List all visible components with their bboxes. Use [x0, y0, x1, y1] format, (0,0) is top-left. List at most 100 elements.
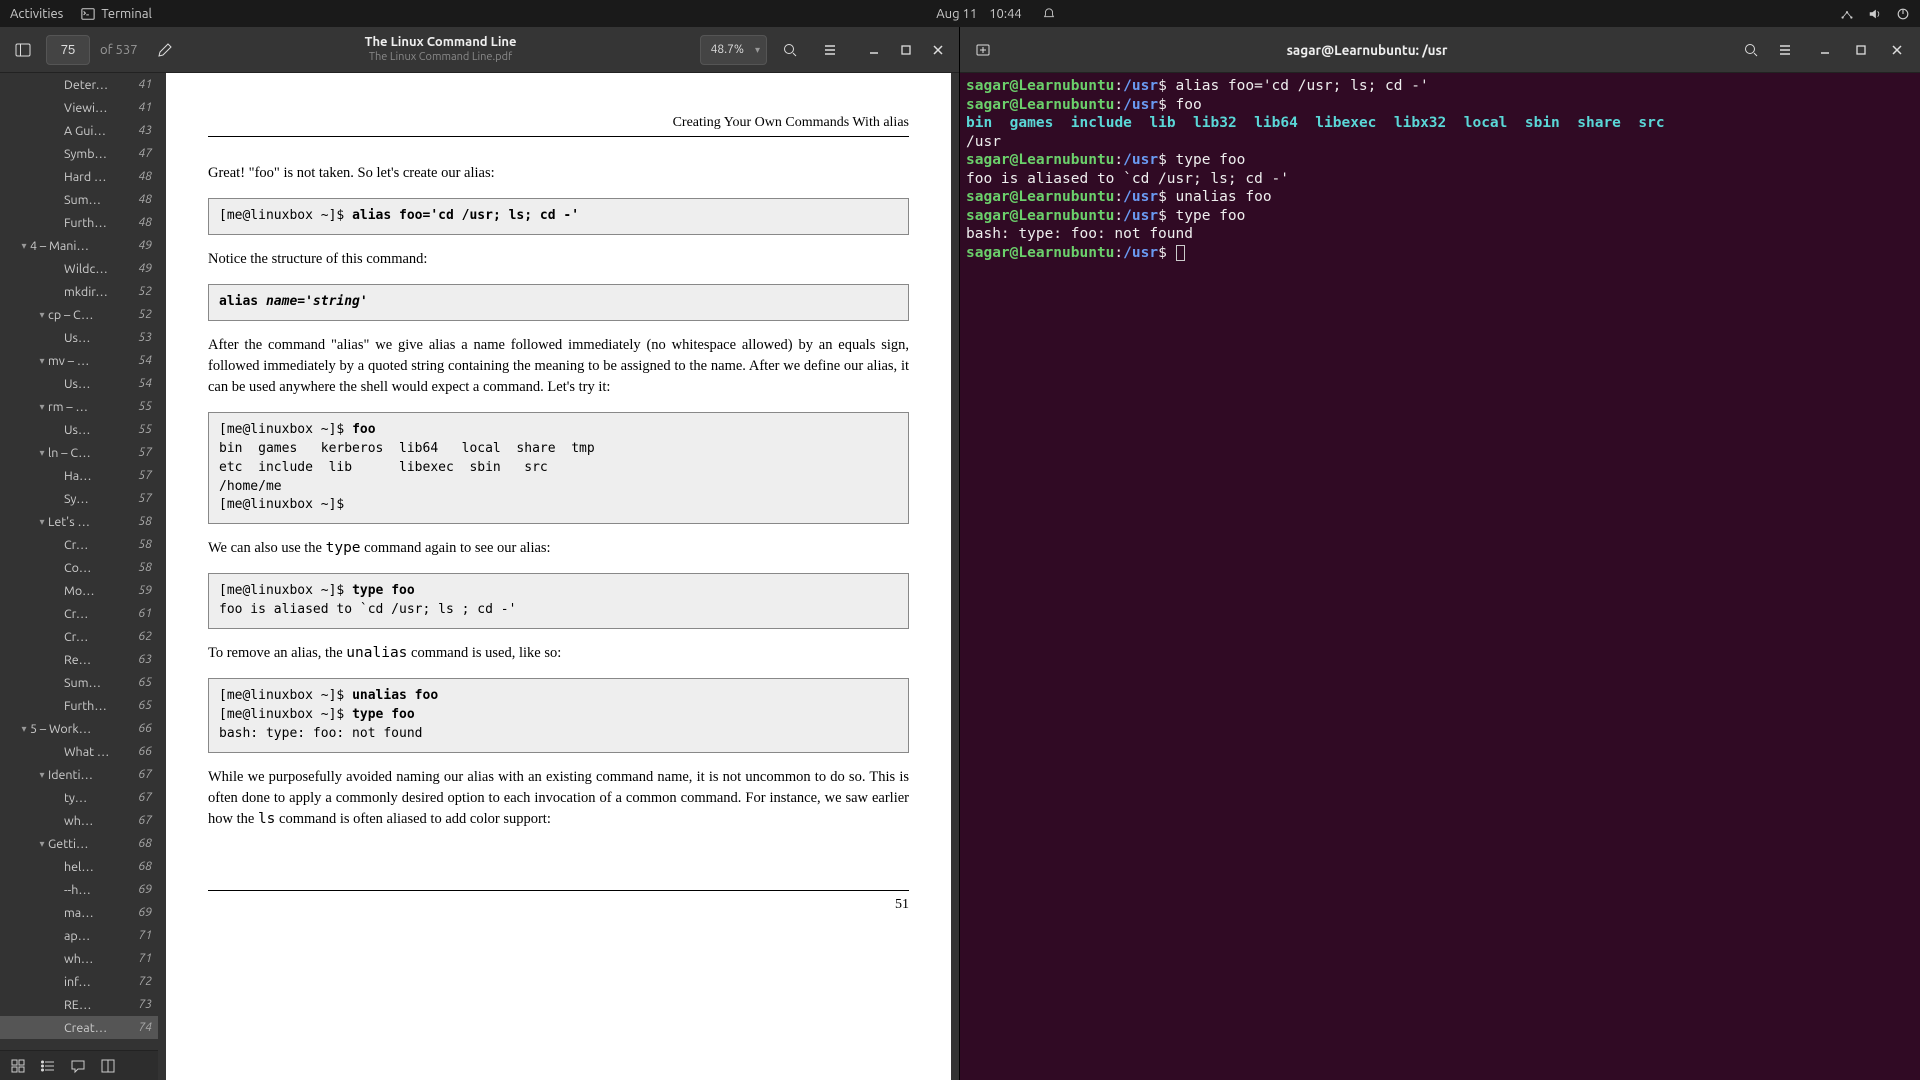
outline-item[interactable]: ▾Identi…67	[0, 763, 158, 786]
outline-item[interactable]: Us…53	[0, 326, 158, 349]
outline-item[interactable]: Cr…61	[0, 602, 158, 625]
terminal-icon	[81, 7, 95, 21]
menu-button[interactable]	[813, 33, 847, 67]
outline-item-page: 65	[132, 676, 152, 689]
page-header: Creating Your Own Commands With alias	[208, 73, 909, 137]
outline-item[interactable]: Cr…62	[0, 625, 158, 648]
outline-item[interactable]: Deter…41	[0, 73, 158, 96]
outline-item-label: inf…	[64, 975, 132, 989]
outline-item[interactable]: ▾5 – Work…66	[0, 717, 158, 740]
zoom-selector[interactable]: 48.7%	[700, 35, 767, 65]
outline-item[interactable]: Viewi…41	[0, 96, 158, 119]
outline-item-label: Cr…	[64, 538, 132, 552]
chevron-down-icon: ▾	[36, 769, 48, 781]
active-app-indicator[interactable]: Terminal	[81, 7, 152, 21]
power-icon[interactable]	[1896, 7, 1910, 21]
page-number-input[interactable]	[46, 35, 90, 65]
outline-item[interactable]: Wildc…49	[0, 257, 158, 280]
body-text: To remove an alias, the unalias command …	[208, 643, 909, 664]
annotate-button[interactable]	[148, 33, 182, 67]
outline-item[interactable]: Re…63	[0, 648, 158, 671]
sidebar-icon	[15, 42, 31, 58]
evince-pdf-window: of 537 The Linux Command Line The Linux …	[0, 27, 960, 1080]
outline-item-label: Deter…	[64, 78, 132, 92]
terminal-title: sagar@Learnubuntu: /usr	[1000, 42, 1734, 58]
outline-item[interactable]: ty…67	[0, 786, 158, 809]
outline-item-label: wh…	[64, 952, 132, 966]
outline-item[interactable]: ma…69	[0, 901, 158, 924]
outline-item-page: 48	[132, 216, 152, 229]
new-tab-button[interactable]	[966, 33, 1000, 67]
chevron-down-icon: ▾	[36, 838, 48, 850]
chevron-down-icon: ▾	[36, 447, 48, 459]
outline-item[interactable]: Symb…47	[0, 142, 158, 165]
volume-icon[interactable]	[1868, 7, 1882, 21]
outline-item[interactable]: Furth…65	[0, 694, 158, 717]
outline-item[interactable]: Mo…59	[0, 579, 158, 602]
bookmarks-view-button[interactable]	[94, 1053, 122, 1079]
terminal-output[interactable]: sagar@Learnubuntu:/usr$ alias foo='cd /u…	[960, 73, 1920, 1080]
terminal-close-button[interactable]	[1880, 33, 1914, 67]
outline-item-label: cp – C…	[48, 308, 132, 322]
terminal-minimize-button[interactable]	[1808, 33, 1842, 67]
sidebar-toggle-button[interactable]	[6, 33, 40, 67]
outline-item[interactable]: Us…54	[0, 372, 158, 395]
outline-item[interactable]: ▾ln – C…57	[0, 441, 158, 464]
outline-item-page: 41	[132, 101, 152, 114]
outline-item[interactable]: Ha…57	[0, 464, 158, 487]
outline-item[interactable]: A Gui…43	[0, 119, 158, 142]
pdf-page: Creating Your Own Commands With alias Gr…	[166, 73, 951, 1080]
outline-item[interactable]: --h…69	[0, 878, 158, 901]
outline-item[interactable]: Us…55	[0, 418, 158, 441]
terminal-maximize-button[interactable]	[1844, 33, 1878, 67]
maximize-button[interactable]	[891, 35, 921, 65]
terminal-search-button[interactable]	[1734, 33, 1768, 67]
outline-item[interactable]: hel…68	[0, 855, 158, 878]
outline-item-page: 52	[132, 308, 152, 321]
outline-item-page: 58	[132, 561, 152, 574]
thumbnails-view-button[interactable]	[4, 1053, 32, 1079]
outline-item[interactable]: ▾cp – C…52	[0, 303, 158, 326]
notification-icon	[1042, 7, 1056, 21]
outline-item-page: 58	[132, 515, 152, 528]
terminal-menu-button[interactable]	[1768, 33, 1802, 67]
search-button[interactable]	[773, 33, 807, 67]
outline-item[interactable]: inf…72	[0, 970, 158, 993]
outline-item[interactable]: ▾4 – Mani…49	[0, 234, 158, 257]
outline-item[interactable]: Sum…65	[0, 671, 158, 694]
outline-item[interactable]: ▾mv – …54	[0, 349, 158, 372]
outline-item[interactable]: Hard …48	[0, 165, 158, 188]
outline-item[interactable]: What …66	[0, 740, 158, 763]
outline-item[interactable]: Cr…58	[0, 533, 158, 556]
grid-icon	[10, 1058, 26, 1074]
outline-item[interactable]: wh…67	[0, 809, 158, 832]
close-button[interactable]	[923, 35, 953, 65]
outline-item[interactable]: Creat…74	[0, 1016, 158, 1039]
outline-sidebar: Deter…41Viewi…41A Gui…43Symb…47Hard …48S…	[0, 73, 158, 1080]
outline-item[interactable]: wh…71	[0, 947, 158, 970]
outline-item[interactable]: ▾rm – …55	[0, 395, 158, 418]
clock[interactable]: Aug 11 10:44	[152, 7, 1840, 21]
outline-item[interactable]: ▾Getti…68	[0, 832, 158, 855]
outline-item[interactable]: ▾Let's …58	[0, 510, 158, 533]
maximize-icon	[1853, 42, 1869, 58]
outline-item[interactable]: Furth…48	[0, 211, 158, 234]
pdf-page-viewport[interactable]: Creating Your Own Commands With alias Gr…	[158, 73, 959, 1080]
outline-item[interactable]: mkdir…52	[0, 280, 158, 303]
activities-button[interactable]: Activities	[10, 7, 63, 21]
outline-item-label: Identi…	[48, 768, 132, 782]
code-block: alias name='string'	[208, 284, 909, 321]
outline-item[interactable]: Sum…48	[0, 188, 158, 211]
outline-item[interactable]: Co…58	[0, 556, 158, 579]
outline-item-page: 54	[132, 354, 152, 367]
outline-item[interactable]: RE…73	[0, 993, 158, 1016]
minimize-button[interactable]	[859, 35, 889, 65]
chevron-down-icon: ▾	[36, 355, 48, 367]
outline-item-page: 57	[132, 469, 152, 482]
outline-item[interactable]: Sy…57	[0, 487, 158, 510]
outline-view-button[interactable]	[34, 1053, 62, 1079]
network-icon[interactable]	[1840, 7, 1854, 21]
outline-item[interactable]: ap…71	[0, 924, 158, 947]
annotations-view-button[interactable]	[64, 1053, 92, 1079]
outline-item-page: 66	[132, 722, 152, 735]
